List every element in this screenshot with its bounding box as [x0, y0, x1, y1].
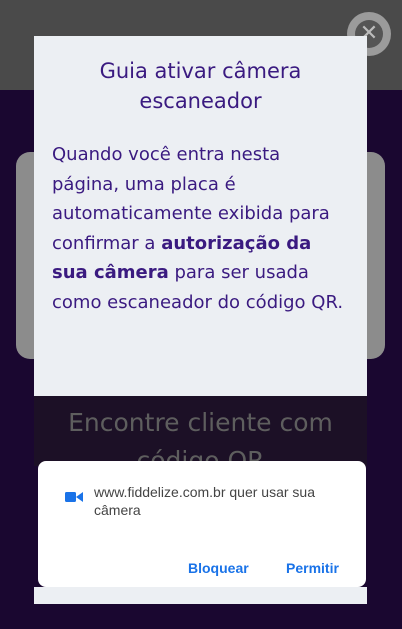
background-heading: Encontre cliente com código QR [68, 408, 333, 466]
camera-permission-dialog: www.fiddelize.com.br quer usar sua câmer… [38, 461, 366, 587]
guide-text: Quando você entra nesta página, uma plac… [52, 140, 349, 317]
allow-button[interactable]: Permitir [286, 560, 339, 576]
guide-panel: Guia ativar câmera escaneador Quando voc… [34, 36, 367, 396]
guide-panel-bottom [34, 587, 367, 604]
block-button[interactable]: Bloquear [188, 560, 249, 576]
guide-title: Guia ativar câmera escaneador [99, 59, 302, 113]
video-camera-icon [65, 492, 83, 502]
permission-message: www.fiddelize.com.br quer usar sua câmer… [94, 484, 315, 518]
background-heading-area: Encontre cliente com código QR [34, 396, 367, 466]
